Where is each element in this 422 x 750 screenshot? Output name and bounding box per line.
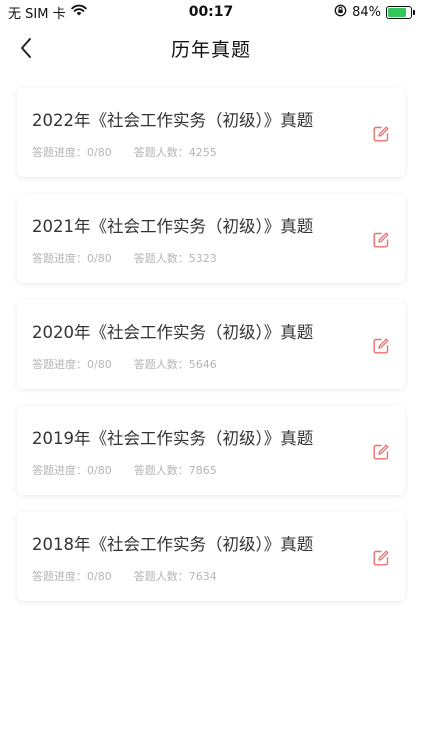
exam-meta: 答题进度：0/80 答题人数：4255: [32, 144, 217, 160]
progress-label: 答题进度：0/80: [32, 570, 112, 583]
battery-percent: 84%: [352, 4, 381, 20]
exam-card[interactable]: 2022年《社会工作实务（初级）》真题 答题进度：0/80 答题人数：4255: [17, 88, 405, 177]
exam-meta: 答题进度：0/80 答题人数：7865: [32, 462, 217, 478]
exam-list: 2022年《社会工作实务（初级）》真题 答题进度：0/80 答题人数：4255 …: [17, 88, 405, 618]
edit-icon[interactable]: [371, 548, 391, 568]
participant-count-label: 答题人数：7634: [133, 570, 217, 583]
status-right: 84%: [334, 4, 415, 21]
battery-fill: [388, 7, 407, 17]
carrier-label: 无 SIM 卡: [8, 6, 66, 22]
edit-icon[interactable]: [371, 230, 391, 250]
edit-icon[interactable]: [371, 442, 391, 462]
exam-card[interactable]: 2018年《社会工作实务（初级）》真题 答题进度：0/80 答题人数：7634: [17, 512, 405, 601]
progress-label: 答题进度：0/80: [32, 464, 112, 477]
exam-title: 2022年《社会工作实务（初级）》真题: [32, 111, 314, 130]
exam-meta: 答题进度：0/80 答题人数：7634: [32, 568, 217, 584]
exam-title: 2020年《社会工作实务（初级）》真题: [32, 323, 314, 342]
chevron-left-icon: [21, 38, 31, 58]
status-bar: 无 SIM 卡 00:17 84%: [0, 0, 422, 24]
participant-count-label: 答题人数：7865: [133, 464, 217, 477]
exam-card[interactable]: 2020年《社会工作实务（初级）》真题 答题进度：0/80 答题人数：5646: [17, 300, 405, 389]
exam-meta: 答题进度：0/80 答题人数：5323: [32, 250, 217, 266]
exam-card[interactable]: 2021年《社会工作实务（初级）》真题 答题进度：0/80 答题人数：5323: [17, 194, 405, 283]
exam-title: 2021年《社会工作实务（初级）》真题: [32, 217, 314, 236]
participant-count-label: 答题人数：4255: [133, 146, 217, 159]
exam-meta: 答题进度：0/80 答题人数：5646: [32, 356, 217, 372]
edit-icon[interactable]: [371, 336, 391, 356]
status-left: 无 SIM 卡: [8, 3, 87, 22]
progress-label: 答题进度：0/80: [32, 252, 112, 265]
edit-icon[interactable]: [371, 124, 391, 144]
page-title: 历年真题: [170, 38, 251, 61]
orientation-lock-icon: [334, 4, 347, 21]
exam-title: 2018年《社会工作实务（初级）》真题: [32, 535, 314, 554]
progress-label: 答题进度：0/80: [32, 358, 112, 371]
wifi-icon: [70, 4, 87, 20]
back-button[interactable]: [10, 32, 42, 64]
exam-card[interactable]: 2019年《社会工作实务（初级）》真题 答题进度：0/80 答题人数：7865: [17, 406, 405, 495]
participant-count-label: 答题人数：5646: [133, 358, 217, 371]
exam-title: 2019年《社会工作实务（初级）》真题: [32, 429, 314, 448]
battery-icon: [386, 5, 415, 19]
progress-label: 答题进度：0/80: [32, 146, 112, 159]
navigation-bar: 历年真题: [0, 28, 422, 68]
participant-count-label: 答题人数：5323: [133, 252, 217, 265]
